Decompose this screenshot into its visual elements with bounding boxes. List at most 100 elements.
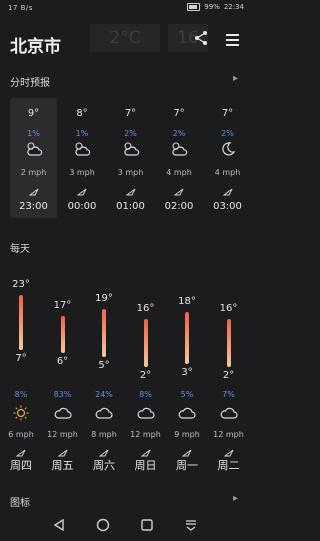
hourly-item[interactable]: 9° 1% 2 mph 23:00 [10,98,57,218]
daily-wind: 12 mph [130,430,161,439]
hourly-item[interactable]: 7° 2% 4 mph 02:00 [156,98,203,218]
cloud-icon [219,405,239,421]
daily-high: 23° [12,278,30,290]
daily-precip: 8% [139,390,152,399]
wind-direction-icon [125,182,136,196]
share-icon[interactable] [193,30,209,46]
hourly-temp: 7° [173,108,185,119]
temp-range-bar [19,294,23,350]
system-nav-bar [0,510,250,541]
daily-weekday: 周日 [134,459,157,472]
hourly-time: 01:00 [116,201,145,212]
hourly-item[interactable]: 7° 2% 4 mph 03:00 [204,98,251,218]
temp-range-bar [143,318,148,368]
hourly-wind: 3 mph [69,168,95,177]
daily-high: 18° [178,296,196,308]
daily-precip: 7% [222,390,235,399]
partly-cloudy-icon [169,141,189,157]
hourly-item[interactable]: 7° 2% 3 mph 01:00 [107,98,154,218]
battery-icon [187,3,201,11]
wind-direction-icon [223,443,234,457]
daily-weekday: 周四 [10,459,32,472]
partly-cloudy-icon [121,141,141,157]
status-left: 17 B/s [8,4,33,12]
wind-direction-icon [173,182,184,196]
wind-direction-icon [15,443,26,457]
daily-high: 17° [53,299,72,311]
daily-precip: 24% [95,390,113,399]
back-icon[interactable] [52,518,66,532]
daily-low: 3° [181,366,193,378]
hourly-item[interactable]: 8° 1% 3 mph 00:00 [59,98,106,218]
daily-low: 2° [222,370,235,382]
notification-pulldown-icon[interactable] [184,518,198,532]
daily-low: 2° [139,370,152,382]
temp-range-bar [226,318,231,368]
hourly-precip: 2% [124,129,137,138]
cloud-icon [53,405,73,421]
charts-more-icon[interactable]: ▸ [233,493,238,504]
wind-direction-icon [57,443,68,457]
wind-direction-icon [28,182,39,196]
daily-weekday: 周二 [217,459,240,472]
hourly-wind: 4 mph [166,168,192,177]
header-ghost-temp: 2°C [90,24,160,52]
daily-item[interactable]: 17° 6° 83% 12 mph 周五 [42,262,84,472]
daily-weekday: 周六 [93,459,115,472]
daily-item[interactable]: 23° 7° 8% 6 mph 周四 [0,262,42,472]
status-bar: 17 B/s 99% 22:34 [0,0,250,18]
daily-title: 每天 [10,244,30,255]
daily-precip: 5% [180,390,194,399]
daily-item[interactable]: 16° 2° 8% 12 mph 周日 [125,262,167,472]
hourly-precip: 2% [221,129,234,138]
daily-item[interactable]: 19° 5° 24% 8 mph 周六 [83,262,125,472]
home-icon[interactable] [96,518,110,532]
hourly-temp: 7° [124,108,137,119]
cloud-icon [94,405,114,421]
daily-high: 16° [219,302,238,314]
daily-wind: 12 mph [213,430,244,439]
clock: 22:34 [223,3,244,11]
menu-icon[interactable] [226,34,239,49]
daily-low: 6° [56,356,69,368]
hourly-wind: 3 mph [117,168,144,177]
daily-weekday: 周一 [176,459,198,472]
hourly-precip: 1% [27,129,40,138]
sun-icon [11,405,31,421]
moon-icon [218,141,238,157]
daily-high: 19° [95,292,113,304]
hourly-wind: 4 mph [214,168,241,177]
hourly-time: 03:00 [213,201,242,212]
daily-wind: 8 mph [91,430,117,439]
daily-weekday: 周五 [51,459,74,472]
hourly-time: 02:00 [164,201,194,212]
hourly-more-icon[interactable]: ▸ [233,73,238,84]
hourly-temp: 9° [27,108,40,119]
recents-icon[interactable] [140,518,154,532]
city-title[interactable]: 北京市 [10,32,61,57]
wind-direction-icon [98,443,109,457]
charts-title: 图标 [10,498,30,509]
daily-wind: 9 mph [174,430,200,439]
wind-direction-icon [140,443,151,457]
wind-direction-icon [181,443,192,457]
hourly-temp: 7° [221,108,234,119]
daily-item[interactable]: 16° 2° 7% 12 mph 周二 [208,262,250,472]
daily-item[interactable]: 18° 3° 5% 9 mph 周一 [166,262,208,472]
wind-direction-icon [76,182,87,196]
wind-direction-icon [222,182,233,196]
daily-wind: 12 mph [47,430,78,439]
partly-cloudy-icon [72,141,92,157]
daily-precip: 83% [53,390,72,399]
battery-percent: 99% [204,3,220,11]
daily-low: 7° [15,352,27,364]
daily-high: 16° [136,302,155,314]
daily-low: 5° [98,359,110,371]
temp-range-bar [60,315,65,354]
daily-wind: 6 mph [8,430,34,439]
cloud-icon [177,405,197,421]
cloud-icon [136,405,156,421]
temp-range-bar [102,308,106,357]
hourly-time: 23:00 [19,201,48,212]
temp-range-bar [185,312,189,364]
